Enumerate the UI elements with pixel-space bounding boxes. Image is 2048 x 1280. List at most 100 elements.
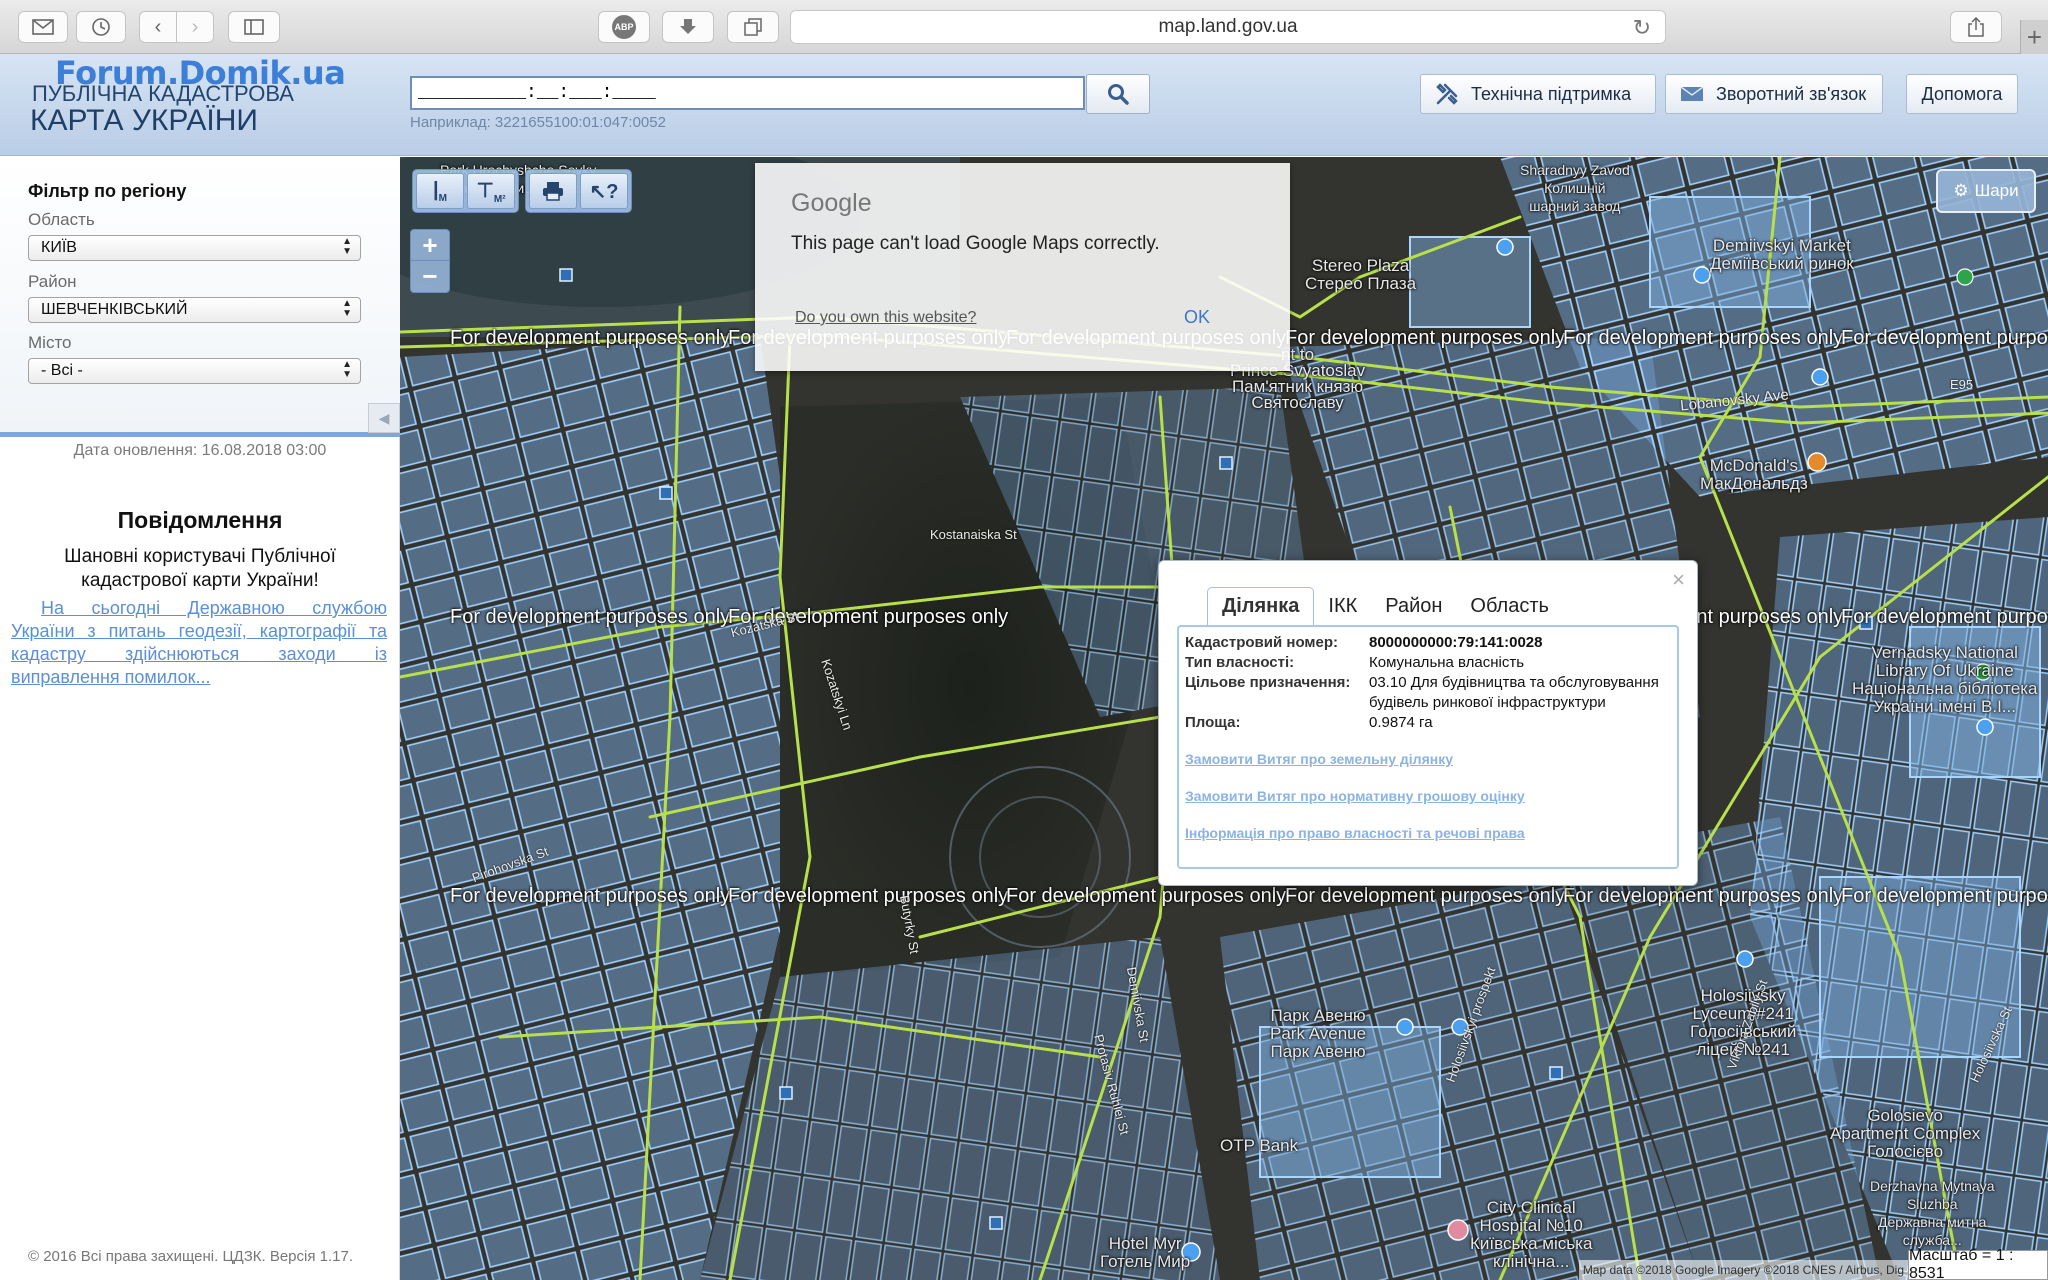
own-website-link[interactable]: Do you own this website? (795, 309, 976, 327)
oblast-select[interactable]: КИЇВ ▲ ▼ (28, 235, 361, 261)
dev-watermark: For development purposes only (1563, 327, 1844, 349)
rayon-select[interactable]: ШЕВЧЕНКІВСЬКИЙ ▲ ▼ (28, 297, 361, 323)
zoom-out-button[interactable]: − (411, 261, 449, 292)
support-label: Технічна підтримка (1471, 83, 1632, 104)
place-label: Derzhavna Mytnaya Sluzhba Державна митна… (1870, 1178, 1995, 1248)
area-label: Площа: (1185, 714, 1241, 731)
dev-watermark: For development purposes only (1285, 885, 1566, 907)
dev-watermark: For development purposes only (728, 885, 1009, 907)
tools-icon (1436, 83, 1458, 105)
map-view[interactable]: For development purposes only For develo… (400, 157, 2048, 1280)
cadastral-number-row: Кадастровий номер: 8000000000:79:141:002… (1185, 633, 1685, 653)
place-label: Парк Авеню Park Avenue Парк Авеню (1270, 1006, 1367, 1061)
oblast-value: КИЇВ (41, 239, 77, 256)
sidebar-icon[interactable] (228, 11, 280, 43)
place-label: Stereo Plaza Стерео Плаза (1305, 256, 1417, 293)
dev-watermark: For development purposes only (450, 885, 731, 907)
close-icon[interactable]: × (1672, 567, 1685, 593)
dev-watermark: For development purposes only (450, 327, 731, 349)
tab-parcel[interactable]: Ділянка (1207, 587, 1315, 625)
brand-title-line2: КАРТА УКРАЇНИ (30, 104, 258, 137)
place-label: Vernadsky National Library Of Ukraine На… (1852, 643, 2038, 716)
reload-icon[interactable]: ↻ (1633, 15, 1651, 41)
new-tab-button[interactable]: + (2020, 20, 2048, 54)
update-date: Дата оновлення: 16.08.2018 03:00 (73, 442, 327, 459)
search-button[interactable] (1086, 74, 1150, 114)
help-label: Допомога (1921, 83, 2003, 104)
tab-ikk[interactable]: ІКК (1314, 587, 1371, 625)
mail-icon[interactable] (18, 11, 68, 43)
dev-watermark: For development purposes only (1006, 885, 1287, 907)
layers-button[interactable]: ⚙ Шари (1936, 169, 2036, 213)
dev-watermark: For development purposes only (1841, 327, 2048, 349)
notice-title: Повідомлення (117, 507, 283, 533)
print-tools: ↖? (525, 169, 632, 213)
map-attribution: Map data ©2018 Google Imagery ©2018 CNES… (1578, 1260, 1908, 1280)
ok-button[interactable]: OK (1184, 307, 1210, 328)
popup-tabs: Ділянка ІКК Район Область (1207, 587, 1563, 625)
address-bar[interactable]: map.land.gov.ua ↻ (790, 10, 1666, 44)
select-arrows-icon: ▲ ▼ (342, 298, 352, 319)
place-label: Hotel Myr Готель Мир (1100, 1234, 1191, 1271)
adblock-icon[interactable]: ABP (598, 11, 650, 43)
copyright: © 2016 Всі права захищені. ЦДЗК. Версія … (28, 1248, 354, 1265)
order-extract-link[interactable]: Замовити Витяг про земельну ділянку (1185, 751, 1453, 767)
dev-watermark: For development purposes only (1841, 885, 2048, 907)
chevron-left-icon: ◀ (378, 409, 390, 426)
print-icon (543, 182, 563, 201)
notice-greeting: Шановні користувачі Публічної кадастрово… (64, 546, 336, 591)
identify-button[interactable]: ↖? (580, 173, 628, 209)
area-row: Площа: 0.9874 га (1185, 713, 1685, 733)
ruler-icon: |М (433, 178, 447, 204)
cadastral-search-input[interactable] (410, 76, 1085, 110)
sidebar: Фільтр по регіону Область КИЇВ ▲ ▼ Район … (0, 157, 400, 1280)
download-icon[interactable] (662, 11, 714, 43)
city-label: Місто (28, 333, 72, 352)
cursor-question-icon: ↖? (589, 180, 619, 203)
purpose-value: 03.10 Для будівництва та обслуговування … (1369, 674, 1659, 711)
tab-oblast[interactable]: Область (1456, 587, 1563, 625)
notice-link[interactable]: На сьогодні Державною службою України з … (11, 597, 387, 689)
zoom-in-button[interactable]: + (411, 230, 449, 261)
measure-distance-button[interactable]: |М (416, 173, 464, 209)
order-valuation-link[interactable]: Замовити Витяг про нормативну грошову оц… (1185, 788, 1525, 804)
browser-toolbar: ‹ › ABP map.land.gov.ua ↻ + (0, 0, 2048, 54)
help-button[interactable]: Допомога (1906, 74, 2018, 114)
print-button[interactable] (529, 173, 577, 209)
history-icon[interactable] (76, 11, 126, 43)
city-select[interactable]: - Всі - ▲ ▼ (28, 358, 361, 384)
street-label: E95 (1950, 377, 1974, 392)
parcel-info-popup: × Ділянка ІКК Район Область Кадастровий … (1158, 560, 1698, 886)
rayon-label: Район (28, 272, 77, 291)
city-value: - Всі - (41, 362, 83, 379)
layers-label: Шари (1974, 181, 2019, 200)
feedback-button[interactable]: Зворотний зв'язок (1665, 74, 1883, 114)
forward-icon[interactable]: › (176, 11, 214, 43)
measure-area-button[interactable]: ⊤М² (467, 173, 515, 209)
popup-body: Кадастровий номер: 8000000000:79:141:002… (1177, 625, 1679, 869)
google-maps-error-dialog: Google This page can't load Google Maps … (755, 163, 1290, 371)
scale-label: Масштаб = 1 : 8531 (1908, 1247, 2048, 1280)
cadastral-number-value: 8000000000:79:141:0028 (1369, 634, 1543, 651)
filter-title: Фільтр по регіону (28, 181, 187, 201)
tabs-icon[interactable] (727, 11, 779, 43)
share-icon[interactable] (1950, 11, 2002, 43)
street-label: Kostanaiska St (930, 527, 1017, 542)
site-header: Forum.Domik.ua ПУБЛІЧНА КАДАСТРОВА КАРТА… (0, 54, 2048, 156)
search-hint: Наприклад: 3221655100:01:047:0052 (410, 114, 666, 131)
place-label: Demiivskyi Market Деміївський ринок (1710, 236, 1854, 273)
ownership-rights-link[interactable]: Інформація про право власності та речові… (1185, 825, 1525, 841)
place-label: City Clinical Hospital №10 Київська місь… (1470, 1198, 1593, 1271)
measure-tools: |М ⊤М² (412, 169, 519, 213)
back-icon[interactable]: ‹ (139, 11, 177, 43)
purpose-row: Цільове призначення: 03.10 Для будівницт… (1185, 673, 1685, 713)
area-icon: ⊤М² (476, 179, 506, 205)
cadastral-number-label: Кадастровий номер: (1185, 634, 1339, 651)
oblast-label: Область (28, 210, 95, 229)
collapse-sidebar-button[interactable]: ◀ (368, 403, 400, 433)
support-button[interactable]: Технічна підтримка (1420, 74, 1656, 114)
place-label: Golosievo Apartment Complex Голосієво (1830, 1106, 1981, 1161)
ownership-row: Тип власності: Комунальна власність (1185, 653, 1685, 673)
tab-rayon[interactable]: Район (1371, 587, 1456, 625)
gear-icon: ⚙ (1953, 181, 1969, 200)
